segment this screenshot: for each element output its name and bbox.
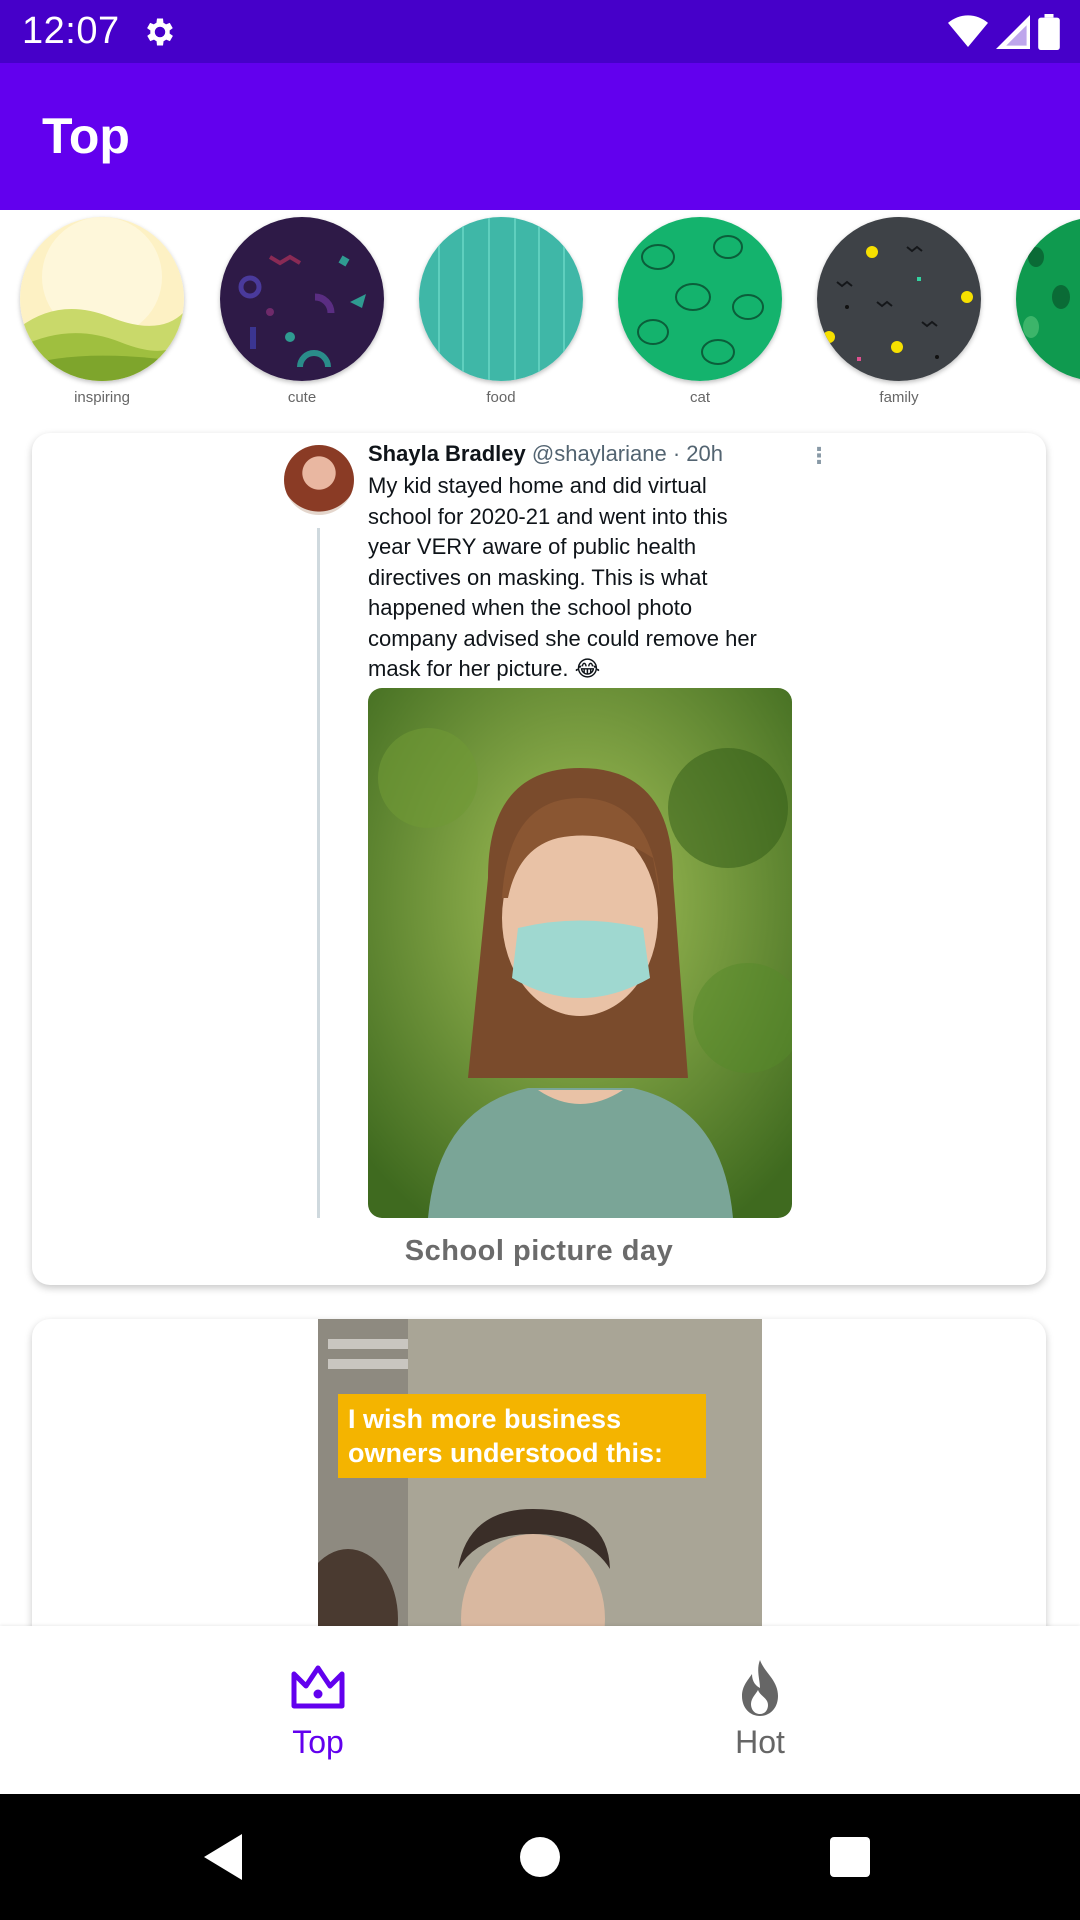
app-bar: Top (0, 63, 1080, 210)
battery-icon (1038, 14, 1060, 50)
category-cat-image[interactable] (618, 217, 782, 381)
fire-icon (742, 1660, 778, 1716)
nav-item-hot[interactable]: Hot (660, 1626, 860, 1794)
tweet-text-line: year VERY aware of public health (368, 534, 697, 559)
category-partial-image[interactable] (1016, 217, 1080, 381)
post-title: School picture day (404, 1235, 674, 1267)
tweet-text: My kid stayed home and did virtual schoo… (368, 471, 808, 685)
avatar (284, 445, 354, 515)
wifi-icon (948, 15, 988, 48)
tweet-text-line: company advised she could remove her (368, 625, 757, 651)
tweet-handle: @shaylariane (531, 441, 667, 466)
tweet-header: Shayla Bradley @shaylariane · 20h (368, 441, 723, 467)
category-cute-image[interactable] (220, 217, 384, 381)
category-food-image[interactable] (419, 217, 583, 381)
category-strip[interactable]: inspiring cute food cat family (0, 210, 1080, 410)
tweet-text-line: My kid stayed home and did virtual (368, 473, 707, 498)
meme-caption: I wish more business owners understood t… (338, 1394, 706, 1478)
tweet-author-name: Shayla Bradley (368, 441, 526, 466)
meme-caption-line: I wish more business (348, 1404, 622, 1434)
status-bar: 12:07 (0, 0, 1080, 63)
category-family[interactable]: family (817, 217, 981, 406)
tweet-photo (368, 688, 792, 1218)
system-navigation-bar (0, 1794, 1080, 1920)
category-label: cute (287, 389, 317, 406)
page-title: Top (42, 108, 130, 164)
home-icon[interactable] (505, 1822, 575, 1892)
category-inspiring[interactable]: inspiring (20, 217, 184, 406)
category-label: inspiring (74, 389, 130, 406)
tweet-text-line: school for 2020-21 and went into this (368, 503, 728, 529)
gear-icon (147, 18, 173, 46)
nav-label-top: Top (292, 1724, 344, 1760)
nav-item-top[interactable]: Top (218, 1626, 418, 1794)
category-label: family (879, 389, 919, 406)
category-food[interactable]: food (419, 217, 583, 406)
tweet-text-line: directives on masking. This is what (368, 564, 708, 590)
crown-icon (291, 1665, 345, 1709)
signal-icon (996, 15, 1030, 49)
nav-label-hot: Hot (735, 1724, 785, 1760)
category-cute[interactable]: cute (220, 217, 384, 406)
thread-line (317, 528, 320, 1218)
back-icon[interactable] (190, 1822, 260, 1892)
recents-icon[interactable] (815, 1822, 885, 1892)
tweet-text-line: mask for her picture. 😂 (368, 656, 601, 681)
category-label: food (486, 389, 516, 406)
category-inspiring-image[interactable] (20, 217, 184, 381)
meme-caption-line: owners understood this: (348, 1438, 664, 1468)
tweet-time: · 20h (672, 441, 724, 466)
category-label: cat (689, 389, 710, 406)
category-family-image[interactable] (817, 217, 981, 381)
category-partial[interactable] (1016, 217, 1080, 381)
tweet-text-line: happened when the school photo (368, 595, 693, 620)
more-icon: ⋮ (808, 443, 830, 468)
category-cat[interactable]: cat (618, 217, 782, 406)
bottom-navigation: Top Hot (0, 1626, 1080, 1794)
tweet-screenshot: Shayla Bradley @shaylariane · 20h ⋮ My k… (282, 433, 842, 1223)
post-card[interactable]: Shayla Bradley @shaylariane · 20h ⋮ My k… (32, 433, 1046, 1285)
status-time: 12:07 (22, 10, 120, 52)
